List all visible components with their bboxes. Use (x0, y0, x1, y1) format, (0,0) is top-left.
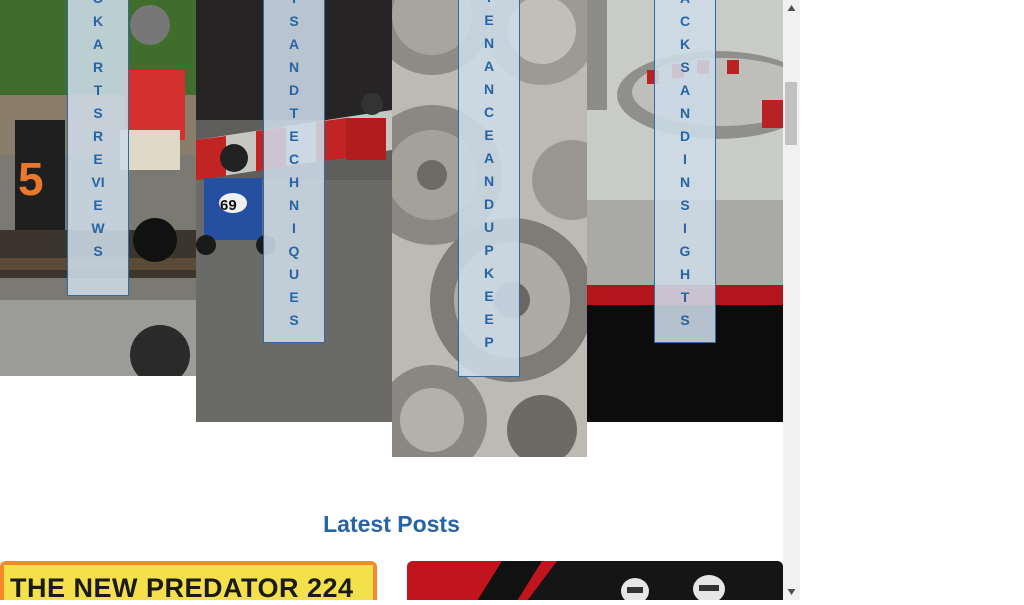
category-label[interactable]: A C K S A N D I N S I G H T S (654, 0, 716, 343)
triangle-up-icon[interactable] (783, 0, 800, 17)
svg-text:69: 69 (220, 197, 237, 214)
page-content: 5 O K A R T S R E VI E W S (0, 0, 783, 600)
category-tile-tips-and-techniques[interactable]: 69 T S A N D T E C H N I Q U E S (196, 0, 392, 422)
category-label[interactable]: T S A N D T E C H N I Q U E S (263, 0, 325, 343)
latest-posts-heading: Latest Posts (323, 511, 460, 537)
post-thumbnail-text: THE NEW PREDATOR 224 (10, 573, 354, 600)
post-thumbnail: THE NEW PREDATOR 224 (4, 565, 373, 600)
category-label[interactable]: O K A R T S R E VI E W S (67, 0, 129, 296)
post-card[interactable] (407, 561, 783, 600)
triangle-down-icon[interactable] (783, 583, 800, 600)
category-tile-go-kart-reviews[interactable]: 5 O K A R T S R E VI E W S (0, 0, 196, 376)
post-thumbnail (407, 561, 783, 600)
category-label[interactable]: T E N A N C E A N D U P K E E P (458, 0, 520, 377)
category-tile-maintenance-and-upkeep[interactable]: T E N A N C E A N D U P K E E P (392, 0, 587, 457)
svg-text:5: 5 (18, 153, 44, 205)
category-tile-tracks-and-insights[interactable]: A C K S A N D I N S I G H T S (587, 0, 783, 422)
post-card[interactable]: THE NEW PREDATOR 224 (0, 561, 377, 600)
vertical-scrollbar[interactable] (783, 0, 800, 600)
scrollbar-thumb[interactable] (785, 82, 797, 145)
